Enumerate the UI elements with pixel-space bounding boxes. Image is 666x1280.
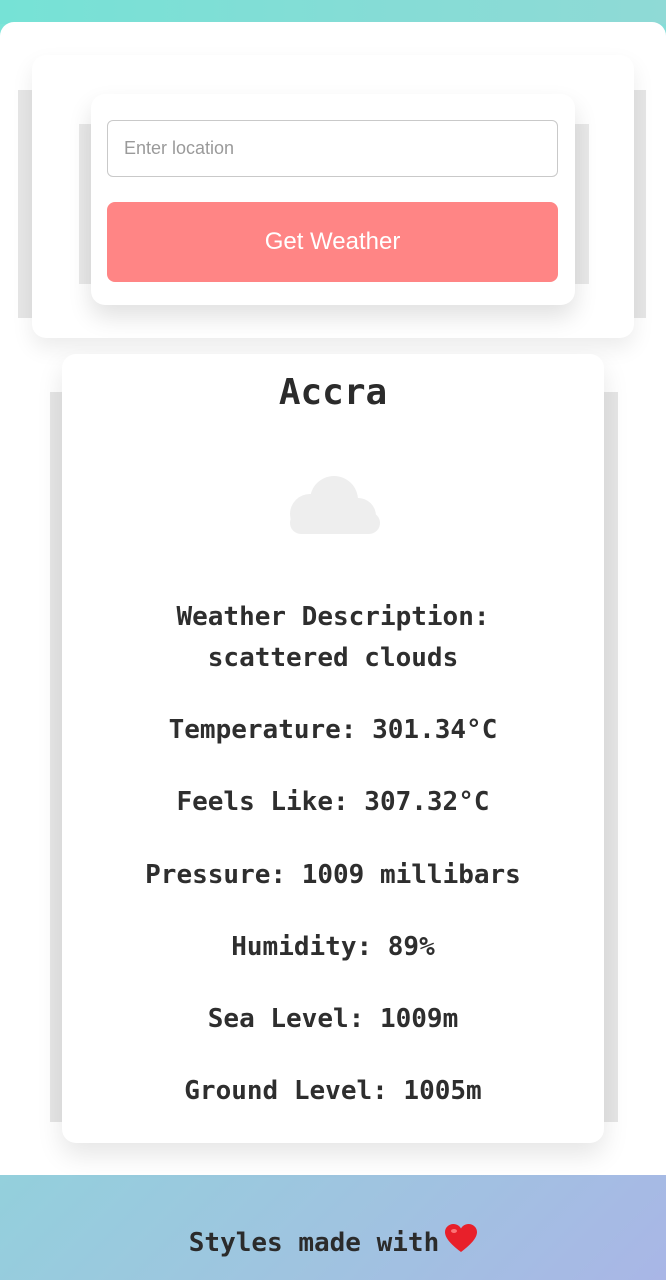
location-input[interactable] (107, 120, 558, 177)
cloud-icon (290, 476, 380, 534)
pressure-text: Pressure: 1009 millibars (145, 860, 521, 890)
humidity-text: Humidity: 89% (231, 932, 435, 962)
weather-description-value: scattered clouds (207, 643, 459, 673)
ground-level-text: Ground Level: 1005m (184, 1076, 482, 1106)
heart-icon (445, 1224, 478, 1252)
get-weather-button[interactable]: Get Weather (107, 202, 558, 282)
temperature-text: Temperature: 301.34°C (168, 715, 498, 745)
city-name: Accra (278, 372, 388, 413)
weather-description-label: Weather Description: (176, 602, 490, 632)
sea-level-text: Sea Level: 1009m (207, 1004, 459, 1034)
feels-like-text: Feels Like: 307.32°C (176, 787, 490, 817)
footer-text: Styles made with (188, 1228, 440, 1258)
footer-credit: Styles made with (0, 1224, 666, 1258)
top-gradient-strip (0, 0, 666, 24)
